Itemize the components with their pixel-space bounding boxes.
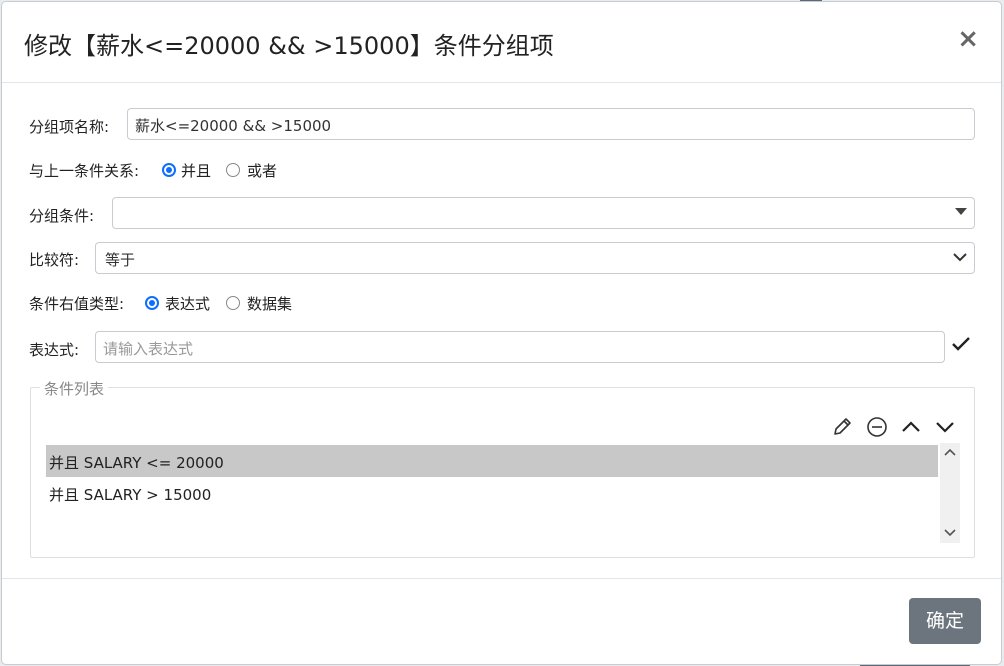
close-button[interactable]: × xyxy=(957,26,979,52)
condition-list-legend: 条件列表 xyxy=(40,378,109,399)
group-condition-label: 分组条件: xyxy=(29,207,95,225)
chevron-down-icon xyxy=(953,253,967,262)
move-up-icon[interactable] xyxy=(900,416,922,438)
group-name-input[interactable]: 薪水<=20000 && >15000 xyxy=(127,108,975,140)
comparator-label: 比较符: xyxy=(29,251,80,269)
caret-down-icon xyxy=(955,208,967,215)
edit-icon[interactable] xyxy=(831,416,853,438)
ok-button[interactable]: 确定 xyxy=(909,598,981,644)
checkmark-icon[interactable] xyxy=(951,335,971,353)
comparator-select[interactable]: 等于 xyxy=(95,242,975,274)
right-value-type-label: 条件右值类型: xyxy=(29,295,125,313)
modal-dialog: 修改【薪水<=20000 && >15000】条件分组项 × 分组项名称: 薪水… xyxy=(1,1,1002,665)
relation-and-label[interactable]: 并且 xyxy=(181,160,211,181)
move-down-icon[interactable] xyxy=(934,416,956,438)
list-item[interactable]: 并且 SALARY <= 20000 xyxy=(46,445,938,477)
type-expression-radio[interactable] xyxy=(145,296,159,310)
dialog-title: 修改【薪水<=20000 && >15000】条件分组项 xyxy=(24,32,554,60)
type-dataset-radio[interactable] xyxy=(226,296,240,310)
expression-input[interactable]: 请输入表达式 xyxy=(95,331,945,363)
group-name-label: 分组项名称: xyxy=(29,118,110,136)
relation-or-label[interactable]: 或者 xyxy=(247,160,277,181)
list-scrollbar[interactable] xyxy=(940,443,960,543)
modal-footer xyxy=(2,578,1001,664)
scroll-down-icon[interactable] xyxy=(944,528,956,538)
list-item[interactable]: 并且 SALARY > 15000 xyxy=(46,477,938,509)
relation-label: 与上一条件关系: xyxy=(29,162,140,180)
condition-list: 并且 SALARY <= 20000 并且 SALARY > 15000 xyxy=(46,443,938,543)
remove-icon[interactable] xyxy=(866,416,888,438)
expression-label: 表达式: xyxy=(29,341,80,359)
type-expression-label[interactable]: 表达式 xyxy=(165,293,210,314)
modal-header: 修改【薪水<=20000 && >15000】条件分组项 × xyxy=(2,2,1001,83)
relation-and-radio[interactable] xyxy=(162,163,176,177)
relation-or-radio[interactable] xyxy=(226,163,240,177)
type-dataset-label[interactable]: 数据集 xyxy=(247,293,292,314)
scroll-up-icon[interactable] xyxy=(944,447,956,457)
group-condition-select[interactable] xyxy=(112,197,975,229)
